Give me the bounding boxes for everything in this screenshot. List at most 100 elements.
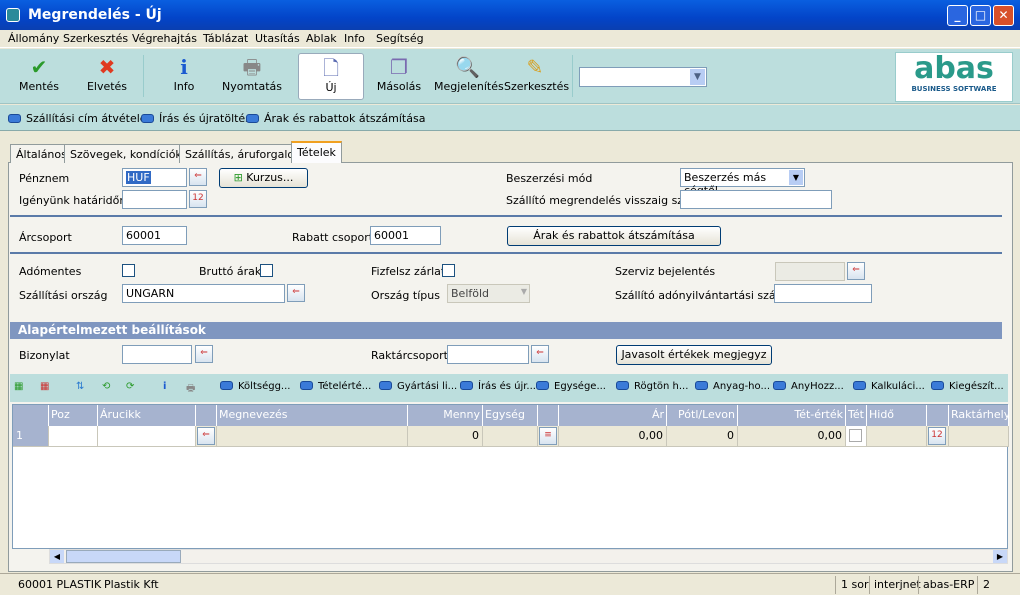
- menu-command[interactable]: Utasítás: [255, 32, 300, 45]
- cell-item-value[interactable]: 0,00: [738, 426, 846, 447]
- warehouse-group-field[interactable]: [447, 345, 529, 364]
- column-header-article[interactable]: Árucikk: [98, 405, 196, 426]
- column-header-quantity[interactable]: Menny: [408, 405, 483, 426]
- grid-action[interactable]: Egysége...: [536, 381, 606, 392]
- menu-file[interactable]: Állomány: [8, 32, 59, 45]
- lookup-icon[interactable]: ⇐: [287, 284, 305, 302]
- lookup-icon[interactable]: ⇐: [197, 427, 215, 445]
- cell-price[interactable]: 0,00: [559, 426, 667, 447]
- column-header-article-lookup[interactable]: [196, 405, 217, 426]
- rate-button[interactable]: ⊞ Kurzus...: [219, 168, 308, 188]
- currency-field[interactable]: HUF: [122, 168, 187, 187]
- menu-execute[interactable]: Végrehajtás: [132, 32, 197, 45]
- column-header-poz[interactable]: Poz: [49, 405, 98, 426]
- cell-article[interactable]: [98, 426, 196, 447]
- column-header-date[interactable]: Hidő: [867, 405, 927, 426]
- grid-action[interactable]: Tételérté...: [300, 381, 371, 392]
- cell-description[interactable]: [217, 426, 408, 447]
- discount-group-field[interactable]: 60001: [370, 226, 441, 245]
- print-button[interactable]: 🖶 Nyomtatás: [222, 53, 282, 100]
- gross-prices-checkbox[interactable]: [260, 264, 273, 277]
- grid-action[interactable]: Gyártási li...: [379, 381, 457, 392]
- item-checkbox[interactable]: [849, 429, 862, 442]
- procurement-select[interactable]: Beszerzés más cégtől▼: [680, 168, 805, 197]
- deadline-field[interactable]: [122, 190, 187, 209]
- save-button[interactable]: ✔ Mentés: [10, 53, 68, 100]
- info-icon[interactable]: i: [163, 381, 166, 392]
- recalc-prices-button[interactable]: Árak és rabattok átszámítása: [507, 226, 721, 246]
- column-header-item-value[interactable]: Tét-érték: [738, 405, 846, 426]
- payment-lock-checkbox[interactable]: [442, 264, 455, 277]
- cell-date-button[interactable]: 12: [927, 426, 949, 447]
- supplier-tax-field[interactable]: [774, 284, 872, 303]
- column-header-price[interactable]: Ár: [559, 405, 667, 426]
- scroll-left-icon[interactable]: ◀: [50, 550, 64, 563]
- grid-action[interactable]: Kalkuláci...: [853, 381, 925, 392]
- cell-warehouse-location[interactable]: [949, 426, 1009, 447]
- action-shipping-address[interactable]: Szállítási cím átvétele: [8, 112, 147, 125]
- price-group-field[interactable]: 60001: [122, 226, 187, 245]
- action-write-reload[interactable]: Írás és újratöltés: [141, 112, 251, 125]
- column-header-row-number[interactable]: [13, 405, 49, 426]
- cell-unit[interactable]: [483, 426, 538, 447]
- info-button[interactable]: i Info: [155, 53, 213, 100]
- lookup-icon[interactable]: ⇐: [847, 262, 865, 280]
- new-button[interactable]: 🗋 Új: [298, 53, 364, 100]
- horizontal-scrollbar[interactable]: ◀ ▶: [49, 549, 1008, 564]
- grid-action[interactable]: Költségg...: [220, 381, 290, 392]
- supplier-order-field[interactable]: [680, 190, 832, 209]
- scroll-thumb[interactable]: [66, 550, 181, 563]
- column-header-item-flag[interactable]: Tét: [846, 405, 867, 426]
- lookup-icon[interactable]: ⇐: [189, 168, 207, 186]
- maximize-button[interactable]: □: [970, 5, 991, 26]
- cell-unit-button[interactable]: ≡: [538, 426, 559, 447]
- copy-button[interactable]: ❐ Másolás: [370, 53, 428, 100]
- menu-info[interactable]: Info: [344, 32, 365, 45]
- tax-exempt-checkbox[interactable]: [122, 264, 135, 277]
- cell-poz[interactable]: [49, 426, 98, 447]
- column-header-description[interactable]: Megnevezés: [217, 405, 408, 426]
- minimize-button[interactable]: _: [947, 5, 968, 26]
- grid-action[interactable]: Rögtön h...: [616, 381, 688, 392]
- suggest-values-button[interactable]: Javasolt értékek megjegyz: [616, 345, 772, 365]
- menu-help[interactable]: Segítség: [376, 32, 424, 45]
- cell-item-flag[interactable]: [846, 426, 867, 447]
- action-recalc-prices[interactable]: Árak és rabattok átszámítása: [246, 112, 425, 125]
- printer-icon[interactable]: 🖶: [186, 381, 195, 398]
- insert-row-icon[interactable]: ▦: [14, 381, 23, 392]
- document-field[interactable]: [122, 345, 192, 364]
- column-header-unit-button[interactable]: [538, 405, 559, 426]
- chevron-down-icon[interactable]: ▼: [690, 69, 705, 85]
- cell-surcharge[interactable]: 0: [667, 426, 738, 447]
- close-button[interactable]: ✕: [993, 5, 1014, 26]
- tab-texts[interactable]: Szövegek, kondíciók: [64, 144, 188, 163]
- menu-table[interactable]: Táblázat: [203, 32, 248, 45]
- cell-date[interactable]: [867, 426, 927, 447]
- list-icon[interactable]: ≡: [539, 427, 557, 445]
- grid-action[interactable]: AnyHozz...: [773, 381, 844, 392]
- lookup-icon[interactable]: ⇐: [531, 345, 549, 363]
- menu-window[interactable]: Ablak: [306, 32, 337, 45]
- sync-icon[interactable]: ⟳: [126, 381, 134, 392]
- edit-button[interactable]: ✎ Szerkesztés: [504, 53, 569, 100]
- move-icon[interactable]: ⇅: [76, 381, 84, 392]
- cell-article-lookup[interactable]: ⇐: [196, 426, 217, 447]
- grid-action[interactable]: Írás és újr...: [460, 381, 536, 392]
- column-header-warehouse-location[interactable]: Raktárhely: [949, 405, 1009, 426]
- scroll-right-icon[interactable]: ▶: [993, 550, 1007, 563]
- view-button[interactable]: 🔍 Megjelenítés: [434, 53, 504, 100]
- refresh-icon[interactable]: ⟲: [102, 381, 110, 392]
- cell-quantity[interactable]: 0: [408, 426, 483, 447]
- country-field[interactable]: UNGARN: [122, 284, 285, 303]
- grid-action[interactable]: Kiegészít...: [931, 381, 1004, 392]
- calendar-icon[interactable]: 12: [189, 190, 207, 208]
- column-header-unit[interactable]: Egység: [483, 405, 538, 426]
- column-header-date-button[interactable]: [927, 405, 949, 426]
- menu-edit[interactable]: Szerkesztés: [63, 32, 128, 45]
- discard-button[interactable]: ✖ Elvetés: [78, 53, 136, 100]
- grid-action[interactable]: Anyag-ho...: [695, 381, 770, 392]
- column-header-surcharge[interactable]: Pótl/Levon: [667, 405, 738, 426]
- calendar-icon[interactable]: 12: [928, 427, 946, 445]
- tab-items[interactable]: Tételek: [291, 141, 342, 163]
- chevron-down-icon[interactable]: ▼: [789, 170, 803, 185]
